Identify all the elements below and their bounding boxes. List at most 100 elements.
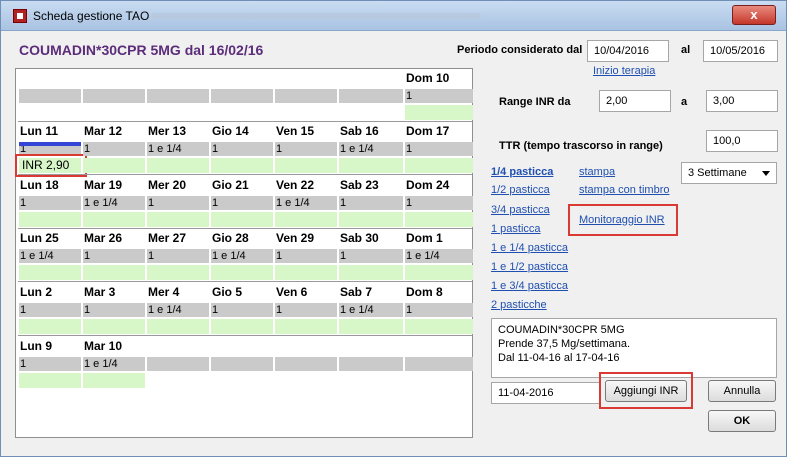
dose-link-2[interactable]: 1/2 pasticca — [491, 184, 550, 196]
calendar-dose-value: 1 e 1/4 — [148, 304, 182, 316]
calendar-dose-strip[interactable] — [211, 196, 273, 210]
calendar-inr-strip[interactable] — [211, 265, 273, 280]
notes-textarea[interactable]: COUMADIN*30CPR 5MG Prende 37,5 Mg/settim… — [491, 318, 777, 378]
calendar-inr-strip[interactable] — [147, 265, 209, 280]
calendar-day-label: Mer 20 — [148, 178, 187, 192]
notes-line-1: COUMADIN*30CPR 5MG — [498, 324, 625, 336]
calendar-dose-strip[interactable] — [147, 196, 209, 210]
calendar-inr-strip[interactable] — [405, 158, 473, 173]
dose-link-8[interactable]: 2 pasticche — [491, 299, 547, 311]
calendar-inr-strip[interactable] — [83, 158, 145, 173]
inr-range-to-input[interactable]: 3,00 — [706, 90, 778, 112]
calendar-day-label: Gio 21 — [212, 178, 249, 192]
dose-link-4[interactable]: 1 pasticca — [491, 223, 541, 235]
calendar-dose-value: 1 e 1/4 — [340, 304, 374, 316]
calendar-dose-value: 1 e 1/4 — [276, 197, 310, 209]
inr-range-label: Range INR da — [499, 96, 571, 108]
calendar-dose-value: 1 e 1/4 — [20, 250, 54, 262]
calendar-inr-strip[interactable] — [19, 212, 81, 227]
calendar-dose-strip[interactable] — [83, 249, 145, 263]
calendar-inr-strip[interactable] — [19, 265, 81, 280]
calendar-inr-strip[interactable] — [339, 158, 403, 173]
print-link[interactable]: stampa — [579, 166, 615, 178]
calendar-empty-gray — [19, 89, 81, 103]
period-label: Periodo considerato dal — [457, 44, 583, 56]
calendar-dose-strip[interactable] — [405, 89, 473, 103]
inr-range-from-input[interactable]: 2,00 — [599, 90, 671, 112]
period-to-input[interactable]: 10/05/2016 — [703, 40, 778, 62]
ok-button[interactable]: OK — [708, 410, 776, 432]
calendar-dose-strip[interactable] — [211, 303, 273, 317]
inr-date-input[interactable]: 11-04-2016 — [491, 382, 601, 404]
calendar-inr-strip[interactable] — [147, 212, 209, 227]
calendar-dose-strip[interactable] — [405, 196, 473, 210]
calendar-inr-strip[interactable] — [275, 158, 337, 173]
monitoring-highlight — [568, 204, 678, 236]
calendar-dose-strip[interactable] — [339, 249, 403, 263]
therapy-start-link[interactable]: Inizio terapia — [593, 65, 655, 77]
calendar-dose-strip[interactable] — [83, 303, 145, 317]
calendar-day-label: Dom 10 — [406, 71, 450, 85]
calendar-dose-strip[interactable] — [19, 357, 81, 371]
calendar-inr-strip[interactable] — [211, 158, 273, 173]
calendar-inr-strip[interactable] — [405, 265, 473, 280]
calendar-dose-value: 1 — [276, 143, 283, 155]
cancel-button[interactable]: Annulla — [708, 380, 776, 402]
calendar-dose-strip[interactable] — [147, 249, 209, 263]
calendar-inr-strip[interactable] — [83, 212, 145, 227]
calendar-inr-strip[interactable] — [19, 373, 81, 388]
calendar-dose-strip[interactable] — [275, 249, 337, 263]
calendar-day-label: Dom 24 — [406, 178, 450, 192]
calendar-inr-strip[interactable] — [83, 373, 145, 388]
calendar-dose-strip[interactable] — [83, 142, 145, 156]
calendar-inr-strip[interactable] — [339, 265, 403, 280]
print-stamp-link[interactable]: stampa con timbro — [579, 184, 669, 196]
calendar-dose-strip[interactable] — [19, 303, 81, 317]
inr-range-to-label: a — [681, 96, 688, 108]
calendar-inr-strip[interactable] — [83, 265, 145, 280]
ttr-input[interactable]: 100,0 — [706, 130, 778, 152]
calendar-inr-strip[interactable] — [275, 212, 337, 227]
calendar-dose-strip[interactable] — [211, 142, 273, 156]
period-from-input[interactable]: 10/04/2016 — [587, 40, 669, 62]
calendar-empty-gray — [147, 357, 209, 371]
calendar-inr-strip[interactable] — [275, 265, 337, 280]
calendar-dose-value: 1 — [20, 358, 27, 370]
dose-link-6[interactable]: 1 e 1/2 pasticca — [491, 261, 568, 273]
chevron-down-icon — [762, 171, 770, 176]
calendar-inr-strip[interactable] — [275, 319, 337, 334]
calendar-inr-strip[interactable] — [83, 319, 145, 334]
dose-link-5[interactable]: 1 e 1/4 pasticca — [491, 242, 568, 254]
dose-link-7[interactable]: 1 e 3/4 pasticca — [491, 280, 568, 292]
calendar-inr-strip[interactable] — [405, 105, 473, 120]
calendar-dose-value: 1 — [406, 197, 413, 209]
window-title: Scheda gestione TAO — [33, 9, 150, 23]
main-window: Scheda gestione TAO x COUMADIN*30CPR 5MG… — [0, 0, 787, 457]
calendar-day-label: Lun 2 — [20, 285, 52, 299]
calendar-day-label: Lun 18 — [20, 178, 59, 192]
calendar-empty-gray — [211, 89, 273, 103]
calendar-dose-strip[interactable] — [405, 303, 473, 317]
calendar-inr-strip[interactable] — [147, 319, 209, 334]
dose-link-1[interactable]: 1/4 pasticca — [491, 166, 553, 178]
calendar-inr-strip[interactable] — [339, 319, 403, 334]
calendar-dose-value: 1 — [212, 143, 219, 155]
calendar-inr-strip[interactable] — [405, 212, 473, 227]
calendar-day-label: Ven 6 — [276, 285, 308, 299]
close-button[interactable]: x — [732, 5, 776, 25]
calendar-inr-strip[interactable] — [147, 158, 209, 173]
calendar-inr-strip[interactable] — [211, 212, 273, 227]
calendar-dose-strip[interactable] — [19, 196, 81, 210]
drug-title: COUMADIN*30CPR 5MG dal 16/02/16 — [19, 42, 264, 58]
calendar-dose-strip[interactable] — [405, 142, 473, 156]
duration-select[interactable]: 3 Settimane — [681, 162, 777, 184]
calendar-inr-strip[interactable] — [405, 319, 473, 334]
calendar-inr-strip[interactable] — [19, 319, 81, 334]
calendar-dose-value: 1 — [406, 143, 413, 155]
calendar-dose-strip[interactable] — [275, 303, 337, 317]
calendar-dose-strip[interactable] — [339, 196, 403, 210]
calendar-inr-strip[interactable] — [339, 212, 403, 227]
calendar-dose-strip[interactable] — [275, 142, 337, 156]
dose-link-3[interactable]: 3/4 pasticca — [491, 204, 550, 216]
calendar-inr-strip[interactable] — [211, 319, 273, 334]
